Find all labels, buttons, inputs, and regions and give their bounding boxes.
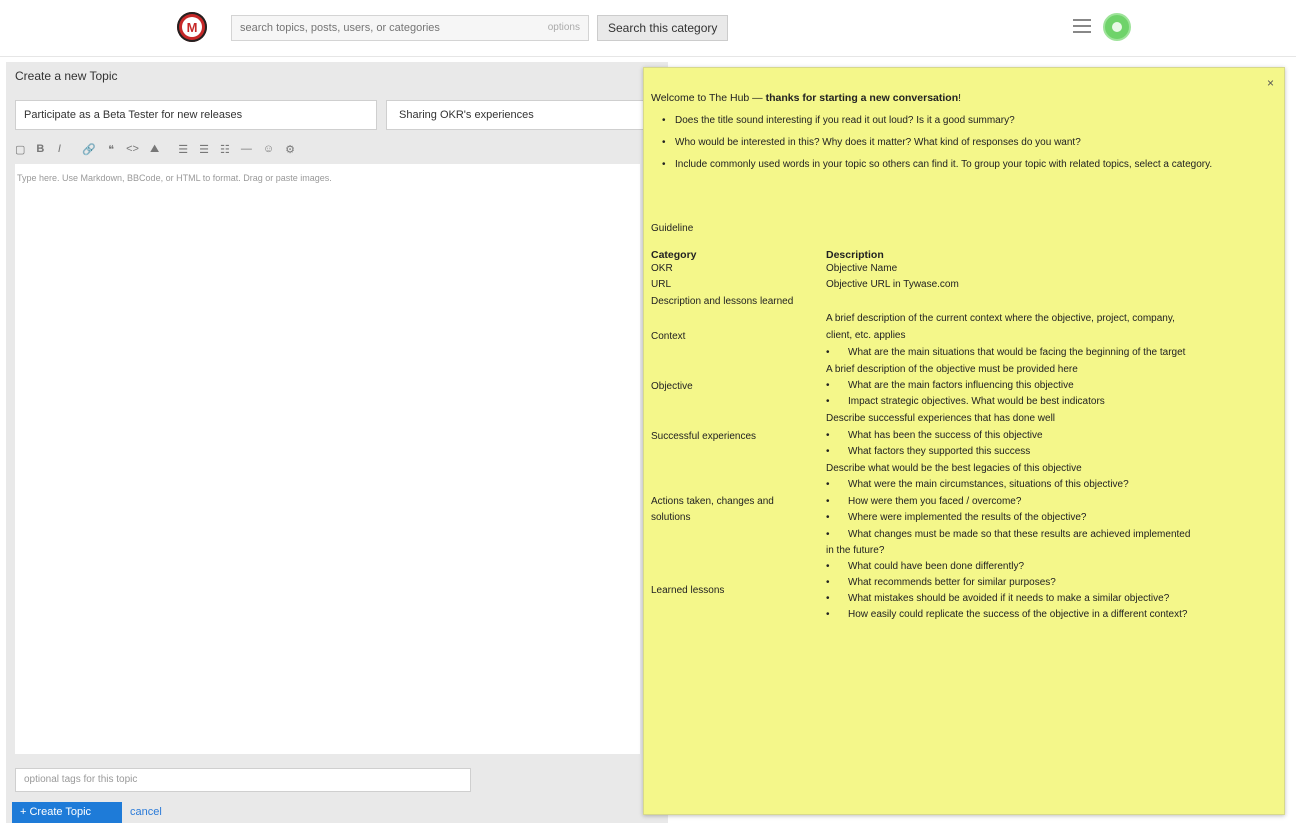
objective-intro: A brief description of the objective mus… bbox=[826, 364, 1078, 375]
code-icon[interactable]: <> bbox=[126, 143, 139, 155]
actions-bullet-2-text: How were them you faced / overcome? bbox=[848, 496, 1022, 507]
editor-placeholder: Type here. Use Markdown, BBCode, or HTML… bbox=[17, 173, 332, 183]
lessons-bullet-1-text: What could have been done differently? bbox=[848, 561, 1025, 572]
objective-bullet-2-text: Impact strategic objectives. What would … bbox=[848, 396, 1105, 407]
tips-list: Does the title sound interesting if you … bbox=[644, 114, 1274, 180]
context-desc-1: A brief description of the current conte… bbox=[826, 313, 1175, 324]
site-logo[interactable]: M bbox=[177, 12, 207, 42]
quote-icon[interactable]: ▢ bbox=[15, 143, 25, 156]
site-header: M options Search this category bbox=[0, 0, 1296, 57]
tags-input[interactable]: optional tags for this topic bbox=[15, 768, 471, 792]
actions-bullet-1: • What were the main circumstances, situa… bbox=[826, 479, 1129, 490]
lessons-bullet-3-text: What mistakes should be avoided if it ne… bbox=[848, 593, 1170, 604]
context-desc-2: client, etc. applies bbox=[826, 330, 906, 341]
row-success-label: Successful experiences bbox=[651, 431, 757, 442]
emoji-icon[interactable]: ☺ bbox=[263, 143, 274, 155]
row-objective-label: Objective bbox=[651, 381, 693, 392]
row-context-label: Context bbox=[651, 331, 686, 342]
actions-bullet-3: • Where were implemented the results of t… bbox=[826, 512, 1087, 523]
success-bullet-2: • What factors they supported this succes… bbox=[826, 446, 1031, 457]
actions-intro: Describe what would be the best legacies… bbox=[826, 463, 1082, 474]
list-item: Does the title sound interesting if you … bbox=[644, 114, 1274, 128]
welcome-bold: thanks for starting a new conversation bbox=[765, 92, 959, 104]
lessons-bullet-4: • How easily could replicate the success … bbox=[826, 609, 1188, 620]
close-icon[interactable]: × bbox=[1267, 76, 1274, 90]
search-box: options bbox=[231, 15, 589, 41]
lessons-bullet-1: • What could have been done differently? bbox=[826, 561, 1025, 572]
actions-bullet-3-text: Where were implemented the results of th… bbox=[848, 512, 1087, 523]
objective-bullet-1: • What are the main factors influencing t… bbox=[826, 380, 1074, 391]
success-intro: Describe successful experiences that has… bbox=[826, 413, 1056, 424]
actions-bullet-4-cont: in the future? bbox=[826, 545, 885, 556]
numbered-list-icon[interactable]: ☰ bbox=[199, 143, 209, 156]
search-category-button[interactable]: Search this category bbox=[597, 15, 729, 41]
row-url-desc: Objective URL in Tywase.com bbox=[826, 279, 959, 290]
welcome-prefix: Welcome to The Hub — bbox=[651, 92, 766, 104]
row-actions-label-2: solutions bbox=[651, 512, 691, 523]
welcome-suffix: ! bbox=[958, 92, 962, 104]
row-lessons-label: Learned lessons bbox=[651, 585, 725, 596]
row-desc-lessons: Description and lessons learned bbox=[651, 296, 794, 307]
bold-icon[interactable]: B bbox=[36, 143, 44, 155]
logo-mark-icon: M bbox=[182, 17, 202, 37]
objective-bullet-1-text: What are the main factors influencing th… bbox=[848, 380, 1074, 391]
link-icon[interactable]: 🔗 bbox=[82, 143, 96, 156]
context-bullet-1-text: What are the main situations that would … bbox=[848, 347, 1186, 358]
table-header-description: Description bbox=[826, 249, 884, 261]
actions-bullet-1-text: What were the main circumstances, situat… bbox=[848, 479, 1129, 490]
editor-textarea[interactable]: Type here. Use Markdown, BBCode, or HTML… bbox=[15, 164, 640, 754]
italic-icon[interactable]: I bbox=[55, 143, 63, 155]
lessons-bullet-3: • What mistakes should be avoided if it n… bbox=[826, 593, 1170, 604]
heading-icon[interactable]: ☷ bbox=[220, 143, 230, 156]
lessons-bullet-2: • What recommends better for similar purp… bbox=[826, 577, 1056, 588]
editor-toolbar: ▢ B I 🔗 ❝ <> ⛰ ☰ ☰ ☷ — ☺ ⚙ bbox=[15, 138, 306, 160]
topic-composer: Create a new Topic Participate as a Beta… bbox=[6, 62, 668, 823]
avatar-icon bbox=[1112, 22, 1122, 32]
topic-title-input[interactable]: Participate as a Beta Tester for new rel… bbox=[15, 100, 377, 130]
search-input[interactable] bbox=[232, 16, 538, 40]
search-options-link[interactable]: options bbox=[548, 22, 580, 33]
create-topic-button[interactable]: + Create Topic bbox=[12, 802, 122, 823]
welcome-message: Welcome to The Hub — thanks for starting… bbox=[651, 92, 961, 104]
context-bullet-1: • What are the main situations that would… bbox=[826, 347, 1186, 358]
lessons-bullet-4-text: How easily could replicate the success o… bbox=[848, 609, 1188, 620]
category-select[interactable]: Sharing OKR's experiences bbox=[386, 100, 656, 130]
user-avatar[interactable] bbox=[1103, 13, 1131, 41]
gear-icon[interactable]: ⚙ bbox=[285, 143, 295, 156]
row-okr-label: OKR bbox=[651, 263, 673, 274]
row-actions-label-1: Actions taken, changes and bbox=[651, 496, 774, 507]
lessons-bullet-2-text: What recommends better for similar purpo… bbox=[848, 577, 1056, 588]
horizontal-rule-icon[interactable]: — bbox=[241, 143, 252, 155]
row-okr-desc: Objective Name bbox=[826, 263, 898, 274]
actions-bullet-4-text: What changes must be made so that these … bbox=[848, 529, 1191, 540]
guideline-label: Guideline bbox=[651, 223, 694, 234]
table-header-category: Category bbox=[651, 249, 697, 261]
composer-heading: Create a new Topic bbox=[15, 69, 118, 83]
hamburger-menu-icon[interactable] bbox=[1073, 19, 1091, 33]
blockquote-icon[interactable]: ❝ bbox=[107, 143, 115, 156]
success-bullet-2-text: What factors they supported this success bbox=[848, 446, 1031, 457]
success-bullet-1: • What has been the success of this objec… bbox=[826, 430, 1043, 441]
cancel-link[interactable]: cancel bbox=[130, 806, 162, 818]
image-upload-icon[interactable]: ⛰ bbox=[150, 143, 159, 156]
success-bullet-1-text: What has been the success of this object… bbox=[848, 430, 1043, 441]
composer-tips-popup: × Welcome to The Hub — thanks for starti… bbox=[643, 67, 1285, 815]
row-url-label: URL bbox=[651, 279, 672, 290]
actions-bullet-4: • What changes must be made so that these… bbox=[826, 529, 1191, 540]
list-item: Who would be interested in this? Why doe… bbox=[644, 136, 1274, 150]
list-item: Include commonly used words in your topi… bbox=[644, 158, 1274, 172]
objective-bullet-2: • Impact strategic objectives. What would… bbox=[826, 396, 1105, 407]
bullet-list-icon[interactable]: ☰ bbox=[178, 143, 188, 156]
actions-bullet-2: • How were them you faced / overcome? bbox=[826, 496, 1022, 507]
